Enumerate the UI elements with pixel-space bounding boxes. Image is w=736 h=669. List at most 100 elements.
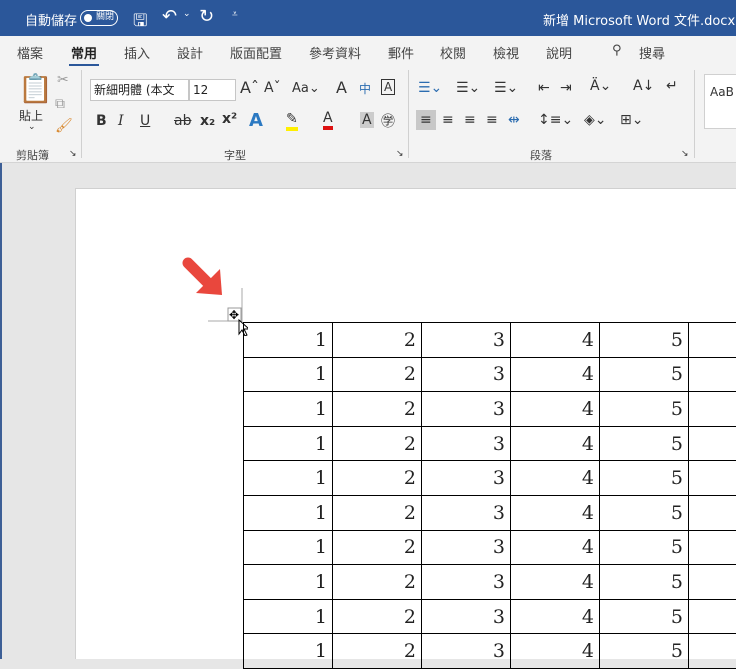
table-cell[interactable]: 2 — [333, 634, 422, 669]
table-cell[interactable]: 5 — [600, 599, 689, 634]
font-size-select[interactable]: 12 — [189, 79, 236, 101]
table-cell[interactable] — [689, 323, 736, 358]
table-cell[interactable] — [689, 392, 736, 427]
show-formatting-icon[interactable]: ↵ — [666, 78, 678, 94]
table-cell[interactable]: 5 — [600, 461, 689, 496]
undo-icon[interactable]: ↶ — [162, 6, 177, 27]
copy-icon[interactable]: ⧉ — [55, 96, 65, 112]
sort-icon[interactable]: A↓ — [633, 78, 654, 94]
numbering-icon[interactable]: ☰⌄ — [456, 80, 480, 96]
table-cell[interactable]: 5 — [600, 530, 689, 565]
subscript-icon[interactable]: x₂ — [200, 113, 215, 129]
autosave-toggle[interactable]: 關閉 — [80, 10, 118, 26]
font-color-icon[interactable]: A — [323, 110, 333, 130]
table-cell[interactable]: 3 — [422, 599, 511, 634]
table-cell[interactable]: 2 — [333, 530, 422, 565]
bold-icon[interactable]: B — [96, 113, 107, 129]
multilevel-list-icon[interactable]: ☰⌄ — [494, 80, 518, 96]
table-cell[interactable]: 4 — [511, 323, 600, 358]
font-name-select[interactable]: 新細明體 (本文 — [90, 79, 189, 101]
format-painter-icon[interactable]: 🖌 — [55, 118, 73, 134]
text-effects-icon[interactable]: A — [249, 110, 263, 131]
tab-references[interactable]: 參考資料 — [309, 43, 361, 62]
table-cell[interactable]: 4 — [511, 530, 600, 565]
paragraph-launcher-icon[interactable]: ↘ — [681, 149, 689, 159]
table-cell[interactable]: 3 — [422, 357, 511, 392]
table-cell[interactable] — [689, 634, 736, 669]
center-icon[interactable]: ≡ — [442, 112, 454, 128]
tab-home[interactable]: 常用 — [71, 43, 97, 62]
table-cell[interactable]: 5 — [600, 357, 689, 392]
table-cell[interactable]: 3 — [422, 461, 511, 496]
table-cell[interactable]: 2 — [333, 599, 422, 634]
strikethrough-icon[interactable]: ab — [174, 113, 191, 129]
table-cell[interactable]: 5 — [600, 495, 689, 530]
table-cell[interactable]: 4 — [511, 461, 600, 496]
grow-font-icon[interactable]: Aˆ — [240, 78, 259, 97]
document-table[interactable]: 1234512345123451234512345123451234512345… — [243, 322, 736, 669]
table-cell[interactable]: 2 — [333, 461, 422, 496]
table-cell[interactable]: 3 — [422, 634, 511, 669]
change-case-icon[interactable]: Aa⌄ — [292, 81, 320, 96]
table-cell[interactable]: 3 — [422, 530, 511, 565]
bullets-icon[interactable]: ☰⌄ — [418, 80, 442, 96]
search-icon[interactable]: ⚲ — [612, 43, 622, 58]
table-cell[interactable]: 4 — [511, 392, 600, 427]
table-cell[interactable]: 3 — [422, 323, 511, 358]
table-cell[interactable]: 1 — [244, 426, 333, 461]
cut-icon[interactable]: ✂ — [57, 72, 69, 88]
table-cell[interactable]: 4 — [511, 634, 600, 669]
table-cell[interactable] — [689, 530, 736, 565]
underline-icon[interactable]: U — [140, 113, 150, 129]
table-cell[interactable] — [689, 461, 736, 496]
decrease-indent-icon[interactable]: ⇤ — [538, 80, 550, 96]
italic-icon[interactable]: I — [118, 113, 124, 129]
justify-icon[interactable]: ≡ — [486, 112, 498, 128]
table-cell[interactable]: 4 — [511, 426, 600, 461]
asian-layout-icon[interactable]: Ä⌄ — [590, 78, 611, 94]
line-spacing-icon[interactable]: ↕≡⌄ — [538, 112, 573, 128]
tab-help[interactable]: 說明 — [546, 43, 572, 62]
table-cell[interactable] — [689, 426, 736, 461]
table-cell[interactable]: 1 — [244, 357, 333, 392]
table-cell[interactable]: 5 — [600, 323, 689, 358]
borders-icon[interactable]: ⊞⌄ — [620, 112, 643, 128]
table-cell[interactable]: 1 — [244, 599, 333, 634]
table-cell[interactable]: 5 — [600, 392, 689, 427]
enclose-characters-icon[interactable]: ㊫ — [381, 111, 395, 131]
tab-review[interactable]: 校閱 — [440, 43, 466, 62]
superscript-icon[interactable]: x² — [222, 111, 237, 127]
tab-insert[interactable]: 插入 — [124, 43, 150, 62]
table-cell[interactable]: 1 — [244, 565, 333, 600]
table-cell[interactable]: 4 — [511, 357, 600, 392]
table-cell[interactable]: 1 — [244, 392, 333, 427]
undo-dropdown-icon[interactable]: ⌄ — [183, 9, 191, 19]
table-cell[interactable]: 2 — [333, 565, 422, 600]
table-cell[interactable]: 3 — [422, 426, 511, 461]
tab-view[interactable]: 檢視 — [493, 43, 519, 62]
paste-dropdown-icon[interactable]: ⌄ — [28, 122, 36, 132]
table-cell[interactable]: 4 — [511, 495, 600, 530]
table-cell[interactable] — [689, 599, 736, 634]
table-cell[interactable]: 5 — [600, 634, 689, 669]
table-cell[interactable] — [689, 495, 736, 530]
table-cell[interactable]: 2 — [333, 495, 422, 530]
table-cell[interactable]: 1 — [244, 530, 333, 565]
table-cell[interactable]: 5 — [600, 565, 689, 600]
font-launcher-icon[interactable]: ↘ — [396, 149, 404, 159]
shrink-font-icon[interactable]: Aˇ — [264, 80, 281, 96]
paste-icon[interactable]: 📋 — [18, 72, 53, 105]
table-cell[interactable]: 4 — [511, 599, 600, 634]
table-cell[interactable]: 3 — [422, 495, 511, 530]
table-cell[interactable]: 2 — [333, 392, 422, 427]
tab-file[interactable]: 檔案 — [17, 43, 43, 62]
table-cell[interactable]: 4 — [511, 565, 600, 600]
clear-formatting-icon[interactable]: A — [336, 78, 347, 97]
tab-design[interactable]: 設計 — [177, 43, 203, 62]
character-shading-icon[interactable]: A — [360, 112, 374, 128]
table-cell[interactable]: 1 — [244, 323, 333, 358]
table-cell[interactable]: 2 — [333, 323, 422, 358]
save-icon[interactable]: 🖫 — [133, 8, 147, 37]
table-cell[interactable]: 2 — [333, 426, 422, 461]
table-cell[interactable]: 3 — [422, 565, 511, 600]
